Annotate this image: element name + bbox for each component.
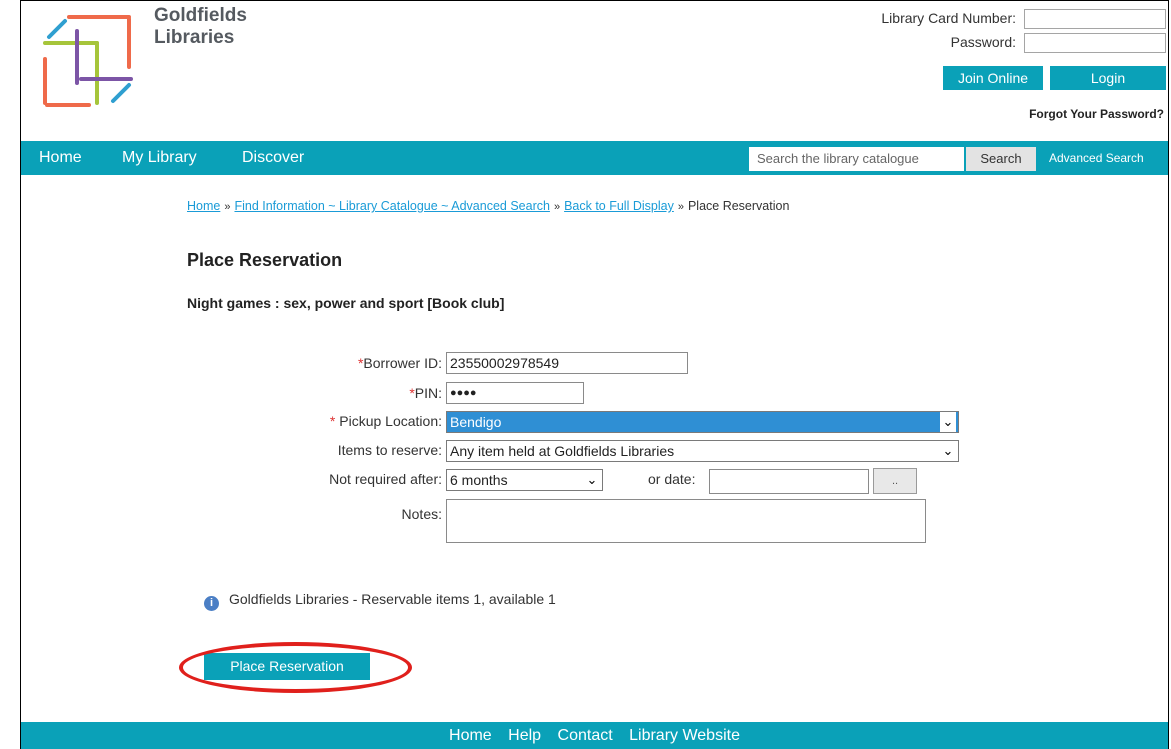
chevron-down-icon: ⌄ (940, 412, 956, 432)
or-date-label: or date: (648, 471, 696, 487)
breadcrumb-sep: » (224, 201, 231, 213)
borrower-id-label: *Borrower ID: (358, 355, 442, 371)
password-row: Password: (836, 33, 1166, 55)
brand-line-1: Goldfields (154, 5, 247, 26)
footer-link-contact[interactable]: Contact (558, 727, 613, 744)
brand-line-2: Libraries (154, 27, 235, 48)
breadcrumb-back-to-full-display[interactable]: Back to Full Display (564, 199, 674, 213)
breadcrumb-sep: » (553, 201, 561, 213)
chevron-down-icon: ⌄ (940, 441, 956, 461)
borrower-id-label-text: Borrower ID: (363, 355, 442, 371)
pin-label-text: PIN: (414, 385, 442, 401)
advanced-search-link[interactable]: Advanced Search (1049, 151, 1144, 165)
nav-my-library[interactable]: My Library (122, 149, 197, 167)
page-title: Place Reservation (187, 250, 343, 270)
forgot-password-link[interactable]: Forgot Your Password? (1029, 107, 1164, 121)
date-input[interactable] (709, 469, 869, 494)
pickup-location-label-text: Pickup Location: (335, 413, 442, 429)
availability-text: Goldfields Libraries - Reservable items … (229, 591, 556, 607)
availability-info: i Goldfields Libraries - Reservable items… (204, 591, 556, 611)
card-number-input[interactable] (1024, 9, 1166, 29)
main-nav: Home My Library Discover Search the libr… (21, 141, 1168, 175)
password-input[interactable] (1024, 33, 1166, 53)
footer-link-help[interactable]: Help (508, 727, 541, 744)
breadcrumb-sep: » (677, 201, 684, 213)
card-number-row: Library Card Number: (836, 9, 1166, 31)
breadcrumb-find-information[interactable]: Find Information ~ Library Catalogue ~ A… (234, 199, 549, 213)
pickup-location-value: Bendigo (450, 414, 502, 430)
items-to-reserve-value: Any item held at Goldfields Libraries (450, 443, 675, 459)
footer-link-library-website[interactable]: Library Website (629, 727, 740, 744)
notes-label: Notes: (401, 506, 442, 522)
place-reservation-button[interactable]: Place Reservation (204, 653, 370, 680)
footer-nav: Home Help Contact Library Website (21, 722, 1168, 749)
pickup-location-label: * Pickup Location: (330, 413, 442, 429)
borrower-id-input[interactable]: 23550002978549 (446, 352, 688, 374)
search-button[interactable]: Search (966, 147, 1036, 171)
breadcrumb-current: Place Reservation (687, 199, 790, 213)
footer-link-home[interactable]: Home (449, 727, 492, 744)
page-frame: Goldfields Libraries Library Card Number… (20, 0, 1169, 749)
item-title: Night games : sex, power and sport [Book… (187, 295, 505, 311)
login-panel: Library Card Number: Password: Join Onli… (838, 9, 1168, 119)
pickup-location-select[interactable]: Bendigo ⌄ (446, 411, 959, 433)
items-to-reserve-select[interactable]: Any item held at Goldfields Libraries ⌄ (446, 440, 959, 462)
nav-home[interactable]: Home (39, 149, 82, 167)
pin-input[interactable]: ●●●● (446, 382, 584, 404)
breadcrumb: Home» Find Information ~ Library Catalogu… (187, 199, 789, 213)
pin-label: *PIN: (409, 385, 442, 401)
date-picker-button[interactable]: .. (873, 468, 917, 494)
brand-name: Goldfields Libraries (154, 5, 247, 49)
login-button[interactable]: Login (1050, 66, 1166, 90)
not-required-after-select[interactable]: 6 months ⌄ (446, 469, 603, 491)
breadcrumb-home[interactable]: Home (187, 199, 220, 213)
password-label: Password: (950, 34, 1016, 50)
join-online-button[interactable]: Join Online (943, 66, 1043, 90)
notes-textarea[interactable] (446, 499, 926, 543)
goldfields-logo-icon (43, 15, 133, 107)
items-to-reserve-label: Items to reserve: (337, 442, 442, 458)
info-icon: i (204, 596, 219, 611)
nav-discover[interactable]: Discover (242, 149, 304, 167)
catalogue-search-input[interactable]: Search the library catalogue (749, 147, 964, 171)
not-required-after-label: Not required after: (329, 471, 442, 487)
card-number-label: Library Card Number: (881, 10, 1016, 26)
chevron-down-icon: ⌄ (584, 470, 600, 490)
not-required-after-value: 6 months (450, 472, 508, 488)
